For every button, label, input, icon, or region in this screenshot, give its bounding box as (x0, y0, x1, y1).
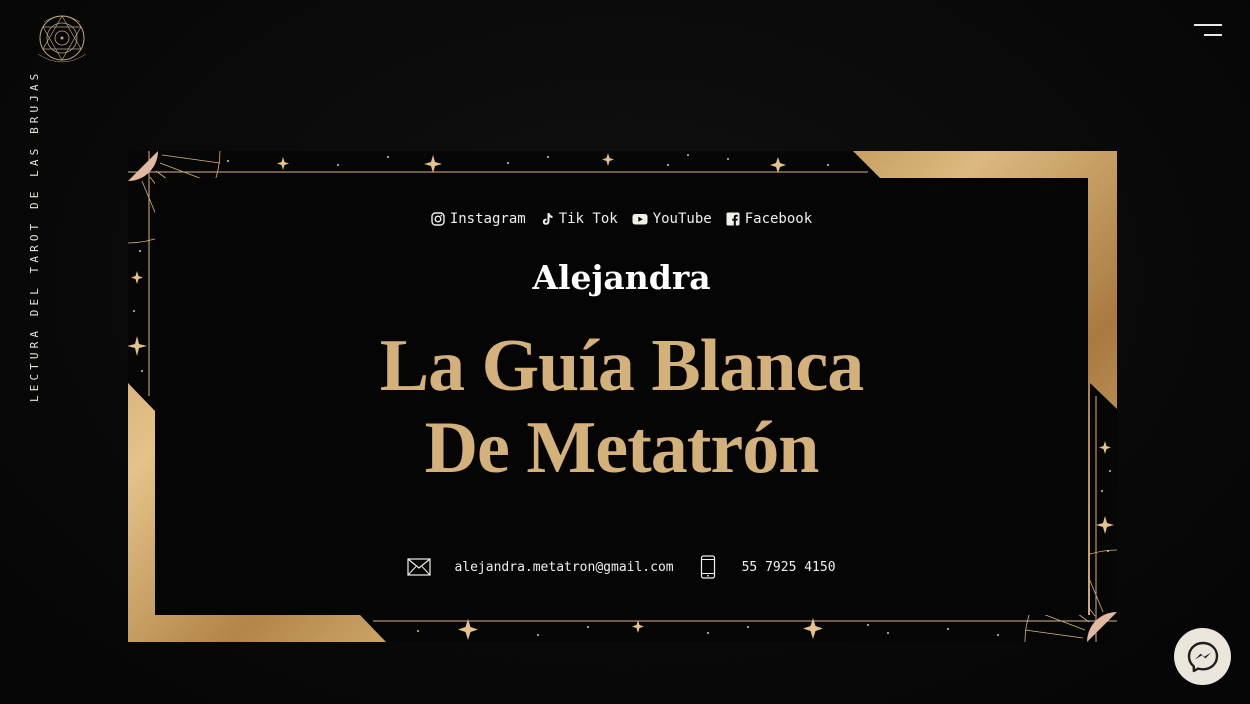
metatron-logo-icon (37, 15, 87, 63)
vertical-tagline: LECTURA DEL TAROT DE LAS BRUJAS (28, 69, 41, 402)
email-link[interactable]: alejandra.metatron@gmail.com (407, 558, 674, 576)
facebook-label: Facebook (744, 211, 813, 227)
person-name: Alejandra (532, 258, 711, 297)
instagram-icon (431, 212, 445, 226)
title-line-2: De Metatrón (424, 407, 820, 489)
contact-info: alejandra.metatron@gmail.com 55 7925 415… (155, 555, 1088, 579)
youtube-icon (632, 214, 648, 225)
tiktok-icon (542, 213, 553, 225)
tiktok-label: Tik Tok (558, 211, 618, 227)
mail-icon (407, 558, 432, 576)
tiktok-link[interactable]: Tik Tok (540, 211, 618, 227)
business-card: Instagram Tik Tok YouTube Facebook Aleja… (128, 151, 1117, 642)
messenger-chat-button[interactable] (1174, 628, 1231, 685)
menu-icon-bar (1204, 34, 1222, 36)
site-logo[interactable] (24, 4, 100, 70)
facebook-link[interactable]: Facebook (726, 211, 812, 227)
email-text: alejandra.metatron@gmail.com (454, 559, 674, 575)
phone-text: 55 7925 4150 (741, 559, 836, 575)
social-links: Instagram Tik Tok YouTube Facebook (155, 211, 1088, 227)
page-title: La Guía Blanca De Metatrón (155, 325, 1088, 489)
youtube-link[interactable]: YouTube (632, 211, 712, 227)
card-inner-panel: Instagram Tik Tok YouTube Facebook Aleja… (155, 178, 1088, 615)
hamburger-menu-button[interactable] (1192, 22, 1222, 40)
phone-icon (700, 555, 715, 579)
instagram-link[interactable]: Instagram (431, 211, 526, 227)
page: LECTURA DEL TAROT DE LAS BRUJAS Instagra… (0, 0, 1250, 704)
phone-link[interactable]: 55 7925 4150 (700, 555, 836, 579)
messenger-icon (1187, 641, 1218, 672)
instagram-label: Instagram (449, 211, 526, 227)
facebook-icon (726, 212, 740, 226)
title-line-1: La Guía Blanca (379, 325, 865, 407)
youtube-label: YouTube (652, 211, 712, 227)
menu-icon-bar (1194, 24, 1222, 26)
